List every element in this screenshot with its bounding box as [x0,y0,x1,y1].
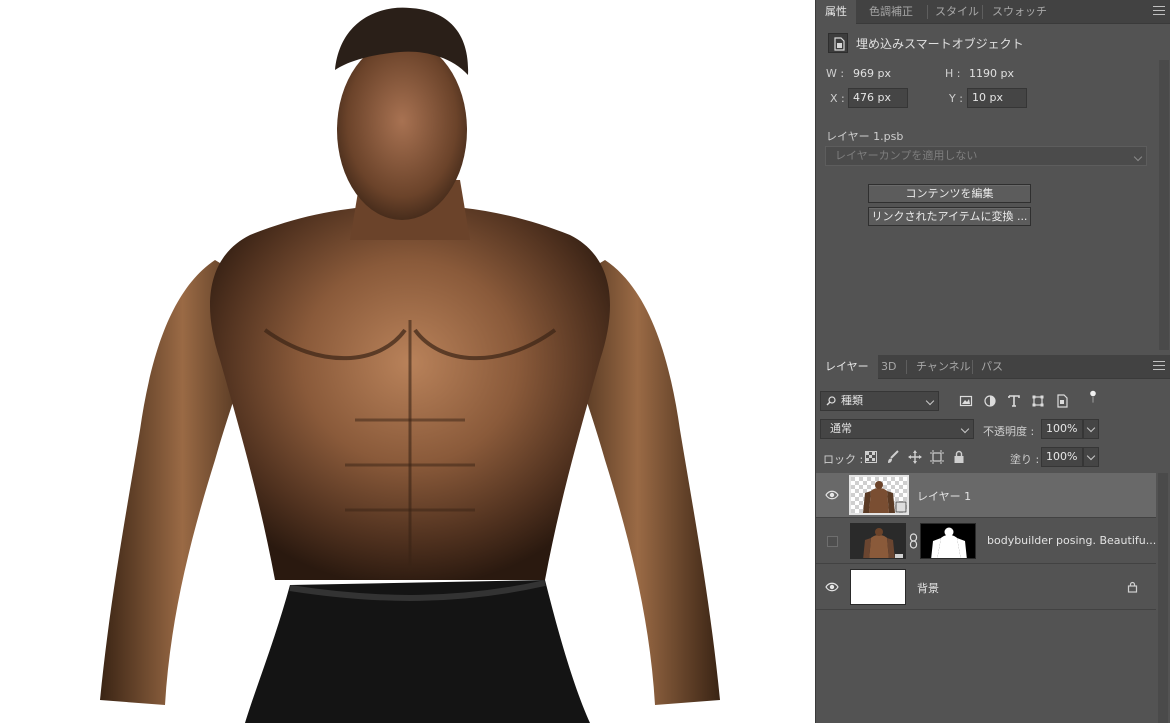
layer-comp-value: レイヤーカンプを適用しない [835,149,978,162]
properties-panel: 埋め込みスマートオブジェクト W : 969 px H : 1190 px X … [816,24,1170,352]
layer-filter-dropdown[interactable]: 種類 [820,391,939,411]
x-position-field[interactable]: 476 px [848,88,908,108]
x-label: X : [830,92,845,105]
lock-artboard-icon[interactable] [930,450,944,464]
convert-to-linked-button[interactable]: リンクされたアイテムに変換 ... [868,207,1031,226]
bodybuilder-photo [100,7,720,723]
lock-image-pixels-icon[interactable] [886,450,900,464]
height-label: H : [945,67,961,80]
blend-mode-value: 通常 [830,422,852,435]
lock-transparent-pixels-icon[interactable] [864,450,878,464]
properties-tab-bar: 属性 色調補正 スタイル スウォッチ [816,0,1170,24]
tab-adjustments[interactable]: 色調補正 [860,0,922,24]
layer-thumbnail [849,475,909,515]
layers-panel-menu-icon[interactable] [1153,361,1165,372]
fill-field[interactable]: 100% [1041,447,1083,467]
lock-label: ロック : [823,453,864,466]
tab-properties[interactable]: 属性 [816,0,856,24]
filter-kind-value: 種類 [841,394,863,407]
visibility-toggle-empty[interactable] [827,536,838,547]
visibility-eye-icon[interactable] [825,581,839,593]
edit-contents-button[interactable]: コンテンツを編集 [868,184,1031,203]
layer-name[interactable]: 背景 [917,580,939,596]
type-layer-filter-icon[interactable] [1007,394,1021,408]
object-type-label: 埋め込みスマートオブジェクト [856,37,1024,51]
chevron-down-icon [1086,423,1096,433]
right-panel-dock: 属性 色調補正 スタイル スウォッチ 埋め込みスマートオブジェクト W : 96… [815,0,1170,723]
tab-layers[interactable]: レイヤー [816,355,878,379]
document-canvas[interactable] [0,0,815,723]
adjustment-layer-filter-icon[interactable] [983,394,997,408]
layer-row-background[interactable]: 背景 [816,565,1156,610]
opacity-field[interactable]: 100% [1041,419,1083,439]
y-position-field[interactable]: 10 px [967,88,1027,108]
visibility-eye-icon[interactable] [825,489,839,501]
chevron-down-icon [1133,152,1143,162]
layers-scrollbar[interactable] [1158,473,1168,723]
width-value: 969 px [853,67,891,80]
tab-styles[interactable]: スタイル [926,0,988,24]
layers-tab-bar: レイヤー 3D チャンネル パス [816,355,1170,379]
fill-dropdown-button[interactable] [1083,447,1099,467]
shape-layer-filter-icon[interactable] [1031,394,1045,408]
lock-position-icon[interactable] [908,450,922,464]
layer-name[interactable]: レイヤー 1 [917,488,971,504]
panel-menu-icon[interactable] [1153,6,1165,17]
chevron-down-icon [960,424,970,434]
lock-icon [1127,581,1138,593]
layer-thumbnail [850,523,906,559]
search-icon [826,396,836,406]
file-name-label: レイヤー 1.psb [826,130,904,143]
pixel-layer-filter-icon[interactable] [959,394,973,408]
filter-toggle-icon[interactable] [1086,390,1100,404]
link-chain-icon[interactable] [909,533,918,549]
layer-comp-dropdown[interactable]: レイヤーカンプを適用しない [825,146,1147,166]
tab-paths[interactable]: パス [972,355,1012,379]
blend-mode-dropdown[interactable]: 通常 [820,419,974,439]
layer-mask-thumbnail[interactable] [920,523,976,559]
width-label: W : [826,67,845,80]
tab-3d[interactable]: 3D [872,355,905,379]
fill-label: 塗り : [1010,453,1040,466]
opacity-dropdown-button[interactable] [1083,419,1099,439]
layer-row-bodybuilder[interactable]: bodybuilder posing. Beautifu... [816,519,1156,564]
layer-row-smart-object[interactable]: レイヤー 1 [816,473,1156,518]
height-value: 1190 px [969,67,1014,80]
tab-swatches[interactable]: スウォッチ [983,0,1056,24]
y-label: Y : [949,92,963,105]
chevron-down-icon [925,396,935,406]
tab-channels[interactable]: チャンネル [907,355,980,379]
chevron-down-icon [1086,451,1096,461]
layer-name[interactable]: bodybuilder posing. Beautifu... [987,534,1156,547]
smart-object-icon [828,33,848,53]
opacity-label: 不透明度 : [983,425,1035,438]
properties-scrollbar[interactable] [1159,60,1169,350]
lock-all-icon[interactable] [952,450,966,464]
smart-object-filter-icon[interactable] [1055,394,1069,408]
layer-thumbnail [850,569,906,605]
